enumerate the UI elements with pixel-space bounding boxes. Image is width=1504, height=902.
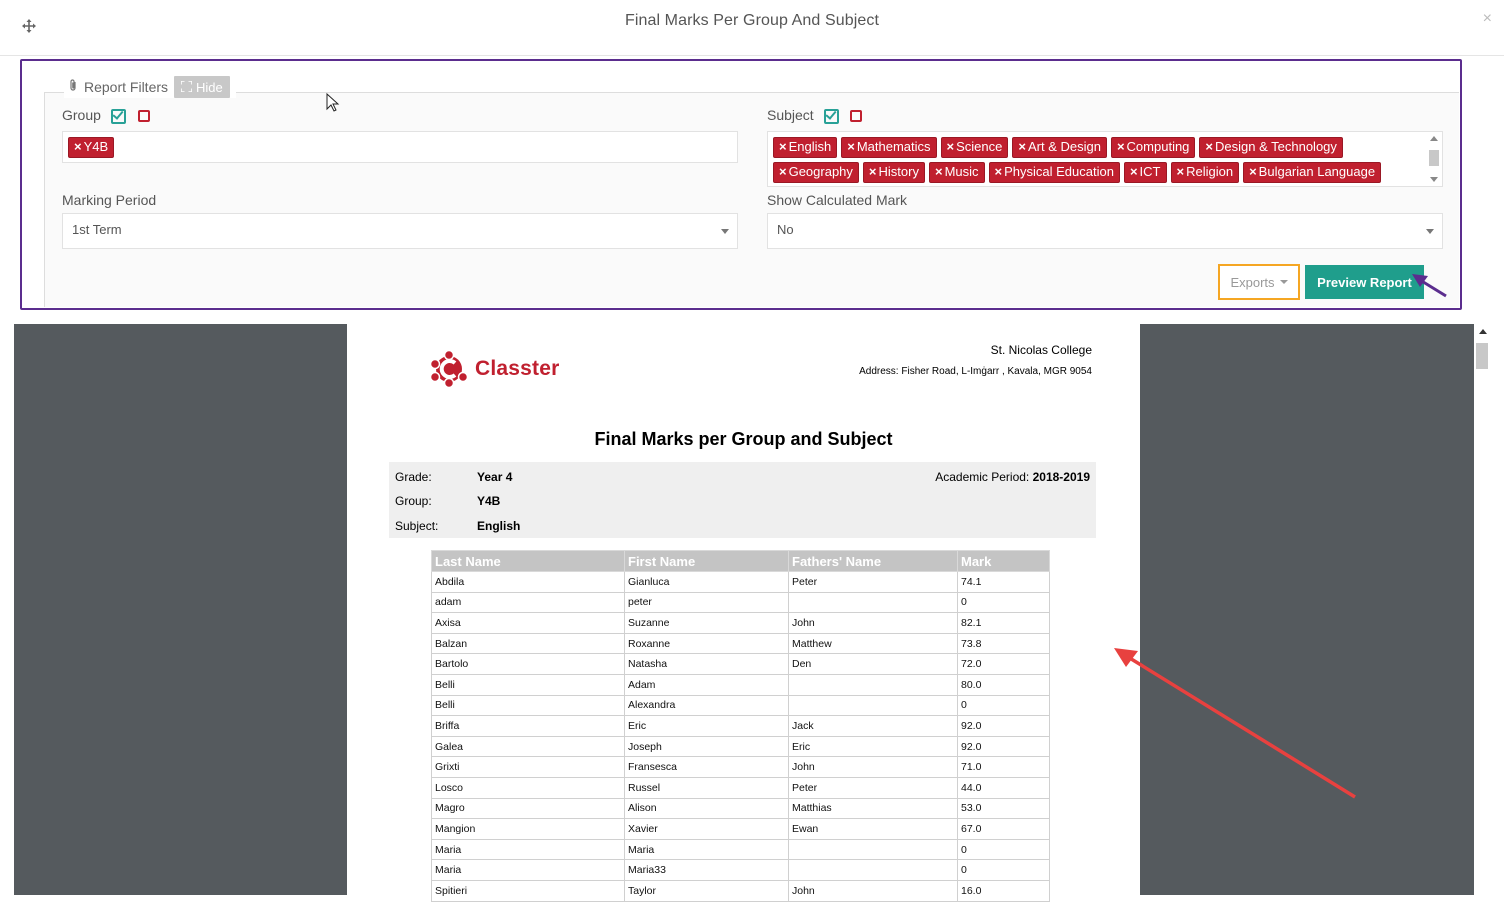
annotation-arrow-red — [1114, 648, 1356, 799]
mouse-cursor-icon — [326, 93, 340, 112]
annotation-arrow-purple — [1412, 274, 1447, 298]
annotation-overlay — [1114, 274, 1447, 799]
